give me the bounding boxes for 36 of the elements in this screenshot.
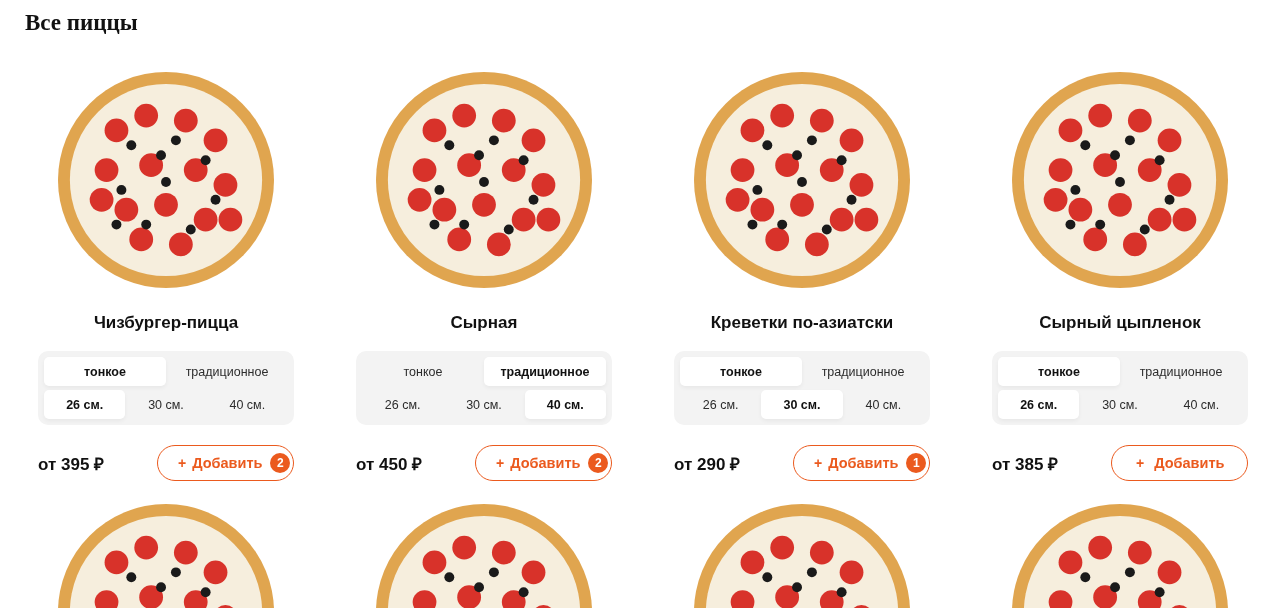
dough-option[interactable]: традиционное <box>166 357 288 386</box>
size-option[interactable]: 26 см. <box>362 390 444 419</box>
size-option[interactable]: 26 см. <box>44 390 126 419</box>
section-heading: Все пиццы <box>25 9 139 37</box>
add-button[interactable]: + Добавить 2 <box>157 445 294 481</box>
count-badge: 2 <box>270 453 291 473</box>
size-option[interactable]: 30 см. <box>761 390 843 419</box>
size-option[interactable]: 40 см. <box>842 390 924 419</box>
dough-option[interactable]: тонкое <box>44 357 166 386</box>
price: от 395 ₽ <box>38 453 105 475</box>
dough-option[interactable]: традиционное <box>1120 357 1242 386</box>
add-button[interactable]: + Добавить 2 <box>475 445 612 481</box>
count-badge: 2 <box>588 453 609 473</box>
pizza-name: Сырная <box>450 313 518 333</box>
price: от 385 ₽ <box>992 453 1059 475</box>
pizza-name: Чизбургер-пицца <box>93 313 239 333</box>
count-badge: 1 <box>906 453 927 473</box>
dough-option[interactable]: тонкое <box>680 357 802 386</box>
pizza-name: Креветки по-азиатски <box>710 313 894 333</box>
size-option[interactable]: 40 см. <box>524 390 606 419</box>
dough-option[interactable]: традиционное <box>484 357 606 386</box>
size-option[interactable]: 40 см. <box>206 390 288 419</box>
size-option[interactable]: 40 см. <box>1160 390 1242 419</box>
add-button[interactable]: + Добавить 1 <box>793 445 930 481</box>
dough-option[interactable]: тонкое <box>362 357 484 386</box>
add-button[interactable]: + Добавить <box>1111 445 1248 481</box>
pizza-name: Сырный цыпленок <box>1039 313 1201 333</box>
size-option[interactable]: 30 см. <box>1079 390 1161 419</box>
size-option[interactable]: 26 см. <box>998 390 1080 419</box>
dough-option[interactable]: тонкое <box>998 357 1120 386</box>
size-option[interactable]: 30 см. <box>443 390 525 419</box>
dough-option[interactable]: традиционное <box>802 357 924 386</box>
size-option[interactable]: 26 см. <box>680 390 762 419</box>
price: от 450 ₽ <box>356 453 423 475</box>
size-option[interactable]: 30 см. <box>125 390 207 419</box>
price: от 290 ₽ <box>674 453 741 475</box>
